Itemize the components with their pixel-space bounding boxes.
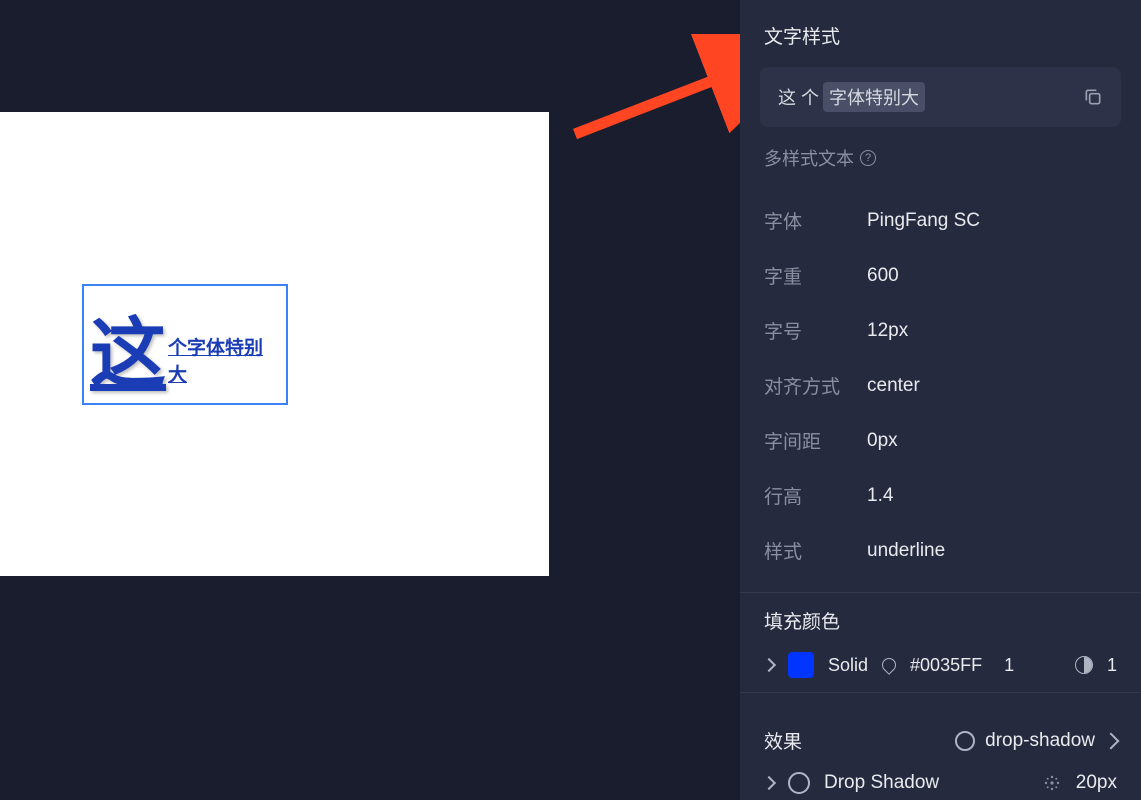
text-content-row[interactable]: 这 个 字体特别大 [760,67,1121,127]
prop-size-label: 字号 [764,317,867,344]
prop-letter-spacing[interactable]: 字间距 0px [740,413,1141,468]
prop-font[interactable]: 字体 PingFang SC [740,193,1141,248]
effects-title: 效果 [764,727,802,754]
opacity-icon [1075,656,1093,674]
effects-section: 效果 drop-shadow Drop Shadow [740,707,1141,794]
prop-font-label: 字体 [764,207,867,234]
text-chip-highlight: 字体特别大 [823,82,925,112]
fill-opacity: 1 [1004,655,1014,676]
prop-size[interactable]: 字号 12px [740,303,1141,358]
multi-style-label-row[interactable]: 多样式文本 ? [740,145,1141,193]
canvas-small-text: 个字体特别大 [168,333,278,387]
prop-letter-label: 字间距 [764,427,867,454]
drop-shadow-blur: 20px [1076,772,1117,794]
annotation-arrow [555,34,755,144]
multi-style-label: 多样式文本 [764,145,854,171]
fill-count: 1 [1107,655,1117,676]
canvas[interactable]: 这 个字体特别大 [0,112,549,576]
fill-title: 填充颜色 [764,607,1117,652]
prop-align[interactable]: 对齐方式 center [740,358,1141,413]
prop-line-height[interactable]: 行高 1.4 [740,468,1141,523]
text-style-section-title: 文字样式 [740,0,1141,67]
fill-type: Solid [828,655,868,676]
droplet-icon [879,655,899,675]
prop-lineheight-label: 行高 [764,482,867,509]
text-chip-plain: 这 个 [778,84,819,110]
effects-tag[interactable]: drop-shadow [955,730,1117,752]
fill-hex: #0035FF [910,655,982,676]
chevron-right-icon[interactable] [762,658,776,672]
prop-font-value: PingFang SC [867,210,980,232]
prop-style-value: underline [867,540,945,562]
properties-panel: 文字样式 这 个 字体特别大 多样式文本 ? 字体 PingFang SC 字重… [740,0,1141,800]
blur-icon [1042,773,1062,793]
help-icon[interactable]: ? [860,150,876,166]
prop-style[interactable]: 样式 underline [740,523,1141,578]
chevron-right-icon-2[interactable] [762,776,776,790]
prop-weight[interactable]: 字重 600 [740,248,1141,303]
shadow-row[interactable]: Drop Shadow 20px [764,772,1117,794]
prop-lineheight-value: 1.4 [867,485,893,507]
canvas-big-char: 这 [90,317,166,393]
prop-size-value: 12px [867,320,908,342]
divider [740,592,1141,593]
selected-text-element[interactable]: 这 个字体特别大 [82,284,288,405]
prop-weight-label: 字重 [764,262,867,289]
divider-2 [740,692,1141,693]
prop-letter-value: 0px [867,430,898,452]
prop-align-label: 对齐方式 [764,372,867,399]
copy-icon[interactable] [1083,87,1103,107]
arrow-right-icon[interactable] [1103,732,1120,749]
fill-section: 填充颜色 Solid #0035FF 1 1 [740,607,1141,678]
prop-style-label: 样式 [764,537,867,564]
circle-icon [955,731,975,751]
color-swatch[interactable] [788,652,814,678]
drop-shadow-name: Drop Shadow [824,772,939,794]
drop-shadow-tag: drop-shadow [985,730,1095,752]
prop-weight-value: 600 [867,265,899,287]
prop-align-value: center [867,375,920,397]
text-content-chips: 这 个 字体特别大 [778,82,925,112]
fill-row[interactable]: Solid #0035FF 1 1 [764,652,1117,678]
circle-icon-2 [788,772,810,794]
